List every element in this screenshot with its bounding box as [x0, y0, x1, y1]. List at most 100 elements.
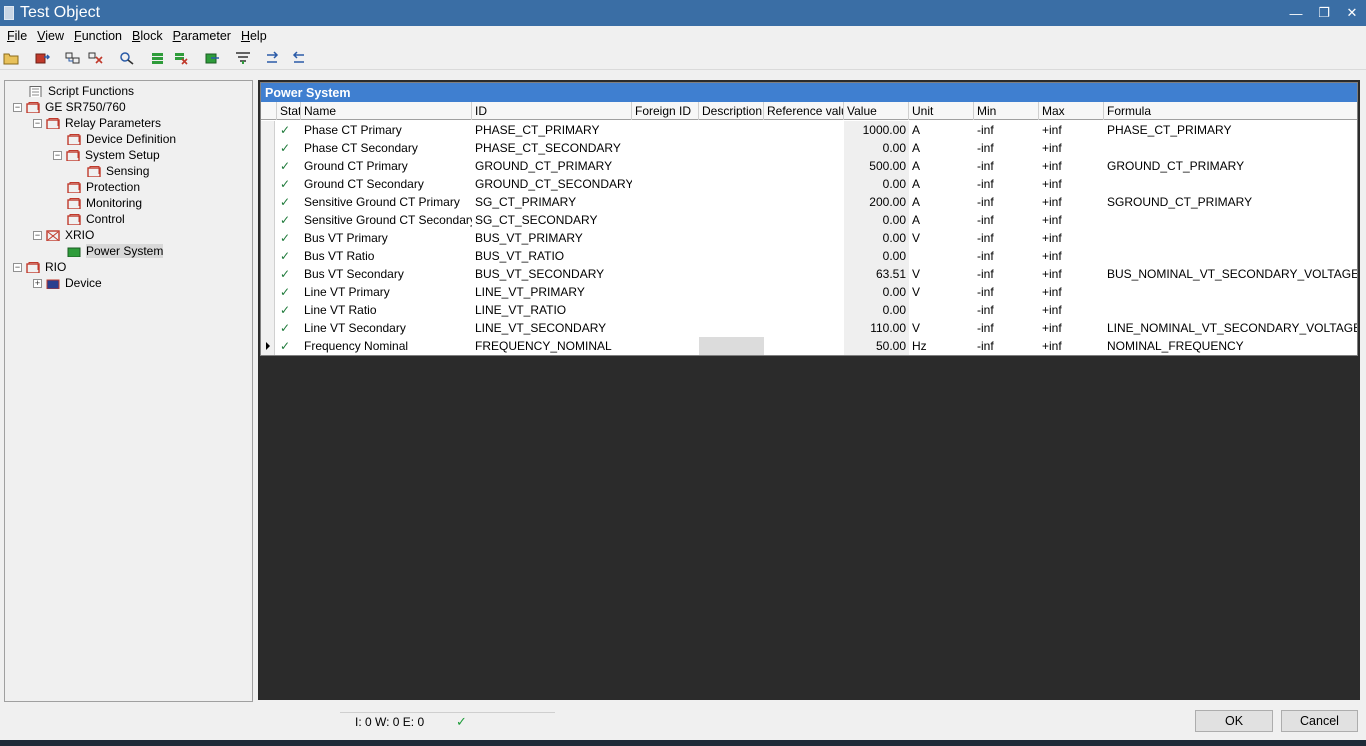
cell-id[interactable]: PHASE_CT_PRIMARY	[472, 121, 632, 139]
cell-stat[interactable]: ✓	[277, 139, 301, 157]
cell-unit[interactable]: A	[909, 175, 974, 193]
cell-min[interactable]: -inf	[974, 229, 1039, 247]
menu-parameter[interactable]: Parameter	[168, 29, 236, 43]
cell-unit[interactable]: A	[909, 193, 974, 211]
tree-item-ge[interactable]: − GE SR750/760	[13, 99, 126, 115]
cell-min[interactable]: -inf	[974, 265, 1039, 283]
cell-foreign-id[interactable]	[632, 121, 699, 139]
cell-reference[interactable]	[764, 337, 844, 355]
cell-reference[interactable]	[764, 229, 844, 247]
cell-description[interactable]	[699, 193, 764, 211]
delete-block-icon[interactable]	[87, 49, 105, 67]
cell-description[interactable]	[699, 301, 764, 319]
cell-value[interactable]: 50.00	[844, 337, 909, 355]
cell-value[interactable]: 63.51	[844, 265, 909, 283]
cell-formula[interactable]: SGROUND_CT_PRIMARY	[1104, 193, 1357, 211]
col-stat[interactable]: Stat	[277, 102, 301, 120]
cell-foreign-id[interactable]	[632, 247, 699, 265]
row-header[interactable]	[261, 229, 275, 247]
search-parameter-icon[interactable]	[118, 49, 136, 67]
cell-description[interactable]	[699, 229, 764, 247]
cell-max[interactable]: +inf	[1039, 247, 1104, 265]
cell-stat[interactable]: ✓	[277, 157, 301, 175]
cell-value[interactable]: 0.00	[844, 211, 909, 229]
cell-id[interactable]: BUS_VT_SECONDARY	[472, 265, 632, 283]
cell-stat[interactable]: ✓	[277, 337, 301, 355]
cell-foreign-id[interactable]	[632, 301, 699, 319]
col-min[interactable]: Min	[974, 102, 1039, 120]
cell-unit[interactable]: V	[909, 319, 974, 337]
cell-max[interactable]: +inf	[1039, 121, 1104, 139]
current-row-indicator[interactable]	[261, 337, 275, 355]
cell-reference[interactable]	[764, 121, 844, 139]
cell-formula[interactable]	[1104, 211, 1357, 229]
cell-foreign-id[interactable]	[632, 319, 699, 337]
cell-reference[interactable]	[764, 247, 844, 265]
col-description[interactable]: Description	[699, 102, 764, 120]
cell-value[interactable]: 1000.00	[844, 121, 909, 139]
cell-max[interactable]: +inf	[1039, 157, 1104, 175]
cell-min[interactable]: -inf	[974, 337, 1039, 355]
tree-item-power-system[interactable]: Power System	[67, 243, 164, 259]
row-header[interactable]	[261, 283, 275, 301]
cell-id[interactable]: PHASE_CT_SECONDARY	[472, 139, 632, 157]
cell-unit[interactable]: A	[909, 157, 974, 175]
row-header[interactable]	[261, 319, 275, 337]
cell-min[interactable]: -inf	[974, 157, 1039, 175]
cell-description[interactable]	[699, 337, 764, 355]
cell-foreign-id[interactable]	[632, 283, 699, 301]
cell-description[interactable]	[699, 175, 764, 193]
col-foreign-id[interactable]: Foreign ID	[632, 102, 699, 120]
cell-min[interactable]: -inf	[974, 301, 1039, 319]
tree-item-xrio[interactable]: − XRIO	[33, 227, 94, 243]
menu-function[interactable]: Function	[69, 29, 127, 43]
cell-unit[interactable]	[909, 301, 974, 319]
cell-foreign-id[interactable]	[632, 211, 699, 229]
cell-foreign-id[interactable]	[632, 193, 699, 211]
cell-stat[interactable]: ✓	[277, 211, 301, 229]
row-header[interactable]	[261, 175, 275, 193]
minimize-button[interactable]: —	[1282, 0, 1310, 26]
menu-help[interactable]: Help	[236, 29, 272, 43]
row-header[interactable]	[261, 139, 275, 157]
cell-reference[interactable]	[764, 211, 844, 229]
col-id[interactable]: ID	[472, 102, 632, 120]
cell-stat[interactable]: ✓	[277, 193, 301, 211]
cell-name[interactable]: Bus VT Ratio	[301, 247, 472, 265]
export-icon[interactable]	[203, 49, 221, 67]
menu-view[interactable]: View	[32, 29, 69, 43]
cell-stat[interactable]: ✓	[277, 283, 301, 301]
expand-icon[interactable]	[265, 49, 283, 67]
cell-stat[interactable]: ✓	[277, 265, 301, 283]
cell-stat[interactable]: ✓	[277, 247, 301, 265]
cell-name[interactable]: Line VT Secondary	[301, 319, 472, 337]
cell-min[interactable]: -inf	[974, 175, 1039, 193]
table-row[interactable]: ✓ Ground CT Primary GROUND_CT_PRIMARY 500.0…	[261, 157, 1357, 175]
cell-description[interactable]	[699, 247, 764, 265]
cell-unit[interactable]: A	[909, 139, 974, 157]
cell-max[interactable]: +inf	[1039, 193, 1104, 211]
cell-formula[interactable]	[1104, 301, 1357, 319]
cell-max[interactable]: +inf	[1039, 211, 1104, 229]
table-row[interactable]: ✓ Bus VT Secondary BUS_VT_SECONDARY 63.51 V -…	[261, 265, 1357, 283]
cell-max[interactable]: +inf	[1039, 265, 1104, 283]
cell-value[interactable]: 0.00	[844, 247, 909, 265]
col-value[interactable]: Value	[844, 102, 909, 120]
cell-id[interactable]: SG_CT_PRIMARY	[472, 193, 632, 211]
maximize-button[interactable]: ❐	[1310, 0, 1338, 26]
cell-formula[interactable]	[1104, 139, 1357, 157]
cell-max[interactable]: +inf	[1039, 229, 1104, 247]
cell-unit[interactable]: V	[909, 265, 974, 283]
collapse-icon[interactable]	[288, 49, 306, 67]
cell-min[interactable]: -inf	[974, 247, 1039, 265]
cell-unit[interactable]: V	[909, 283, 974, 301]
collapse-toggle[interactable]: −	[33, 118, 42, 128]
cell-stat[interactable]: ✓	[277, 301, 301, 319]
cell-description[interactable]	[699, 211, 764, 229]
cell-id[interactable]: BUS_VT_PRIMARY	[472, 229, 632, 247]
cell-stat[interactable]: ✓	[277, 319, 301, 337]
cell-min[interactable]: -inf	[974, 121, 1039, 139]
col-reference-value[interactable]: Reference valu	[764, 102, 844, 120]
cell-max[interactable]: +inf	[1039, 283, 1104, 301]
cell-max[interactable]: +inf	[1039, 139, 1104, 157]
